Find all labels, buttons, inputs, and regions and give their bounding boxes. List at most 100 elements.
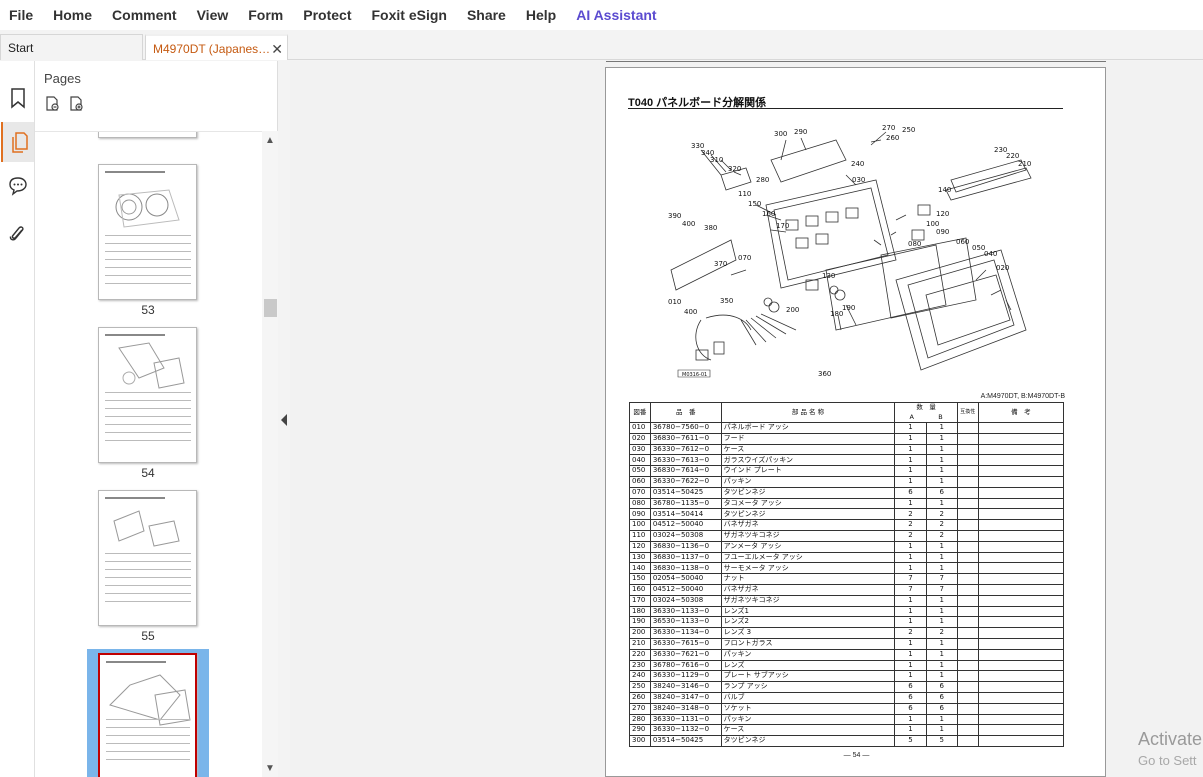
cell-part-no: 36330−7612−0 [649,443,722,456]
page-thumbnail-current[interactable] [98,653,197,777]
diagram-label: 290 [794,128,807,136]
cell-no: 020 [629,432,651,445]
cell-name: パッキン [720,713,896,726]
menu-share[interactable]: Share [457,0,516,30]
page-thumbnail-55[interactable] [98,490,197,626]
cell-note [977,508,1065,521]
page-thumbnail-54[interactable] [98,327,197,463]
cell-part-no: 36830−1136−0 [649,540,722,553]
menu-ai-assistant[interactable]: AI Assistant [566,0,666,30]
page-zoom-in-icon[interactable] [68,95,86,113]
menu-comment[interactable]: Comment [102,0,187,30]
cell-qty-a: 1 [894,551,927,564]
cell-note [977,519,1065,531]
tab-document[interactable]: M4970DT (Japanese)... ✕ [145,34,288,60]
cell-name: タツピンネジ [720,486,896,499]
menu-form[interactable]: Form [238,0,293,30]
page-zoom-out-icon[interactable] [44,95,62,113]
cell-compat [956,637,979,650]
cell-qty-a: 1 [894,475,927,488]
cell-part-no: 36330−1129−0 [649,670,722,683]
menu-file[interactable]: File [0,0,43,30]
pages-button[interactable] [1,122,34,162]
cell-qty-b: 1 [925,605,958,618]
cell-note [977,670,1065,683]
cell-qty-b: 1 [925,713,958,726]
cell-qty-a: 6 [894,702,927,715]
diagram-label: 170 [776,222,789,230]
tab-start[interactable]: Start [0,34,143,60]
cell-part-no: 36830−7614−0 [649,465,722,477]
cell-part-no: 03024−50308 [649,529,722,542]
comments-button[interactable] [3,166,33,206]
document-view: T040 パネルボード分解関係 330 340 310 320 300 290 … [290,61,1203,777]
document-page: T040 パネルボード分解関係 330 340 310 320 300 290 … [605,67,1106,777]
attachments-button[interactable] [3,214,33,254]
pages-icon [11,132,28,153]
cell-name: フード [720,432,896,445]
cell-qty-b: 5 [925,735,958,747]
header-no: 図番 [629,402,651,423]
cell-name: バネザガネ [720,583,896,596]
cell-note [977,529,1065,542]
cell-name: ガラスウイズパッキン [720,454,896,467]
cell-no: 260 [629,691,651,704]
table-row: 170 03024−50308 ザガネツキコネジ 1 1 [629,594,1065,607]
bookmark-button[interactable] [3,78,33,118]
chevron-down-icon[interactable]: ▼ [265,763,275,774]
cell-name: アンメータ アッシ [720,540,896,553]
cell-part-no: 03514−50425 [649,735,722,747]
cell-qty-b: 1 [925,594,958,607]
menu-view[interactable]: View [187,0,239,30]
diagram-label: 360 [818,370,831,378]
diagram-label: 320 [728,165,741,173]
cell-qty-a: 1 [894,432,927,445]
cell-name: タツピンネジ [720,735,896,747]
cell-qty-a: 6 [894,486,927,499]
close-icon[interactable]: ✕ [271,36,283,62]
cell-part-no: 36780−1135−0 [649,497,722,510]
cell-qty-b: 1 [925,659,958,672]
table-row: 140 36830−1138−0 サーモメータ アッシ 1 1 [629,562,1065,575]
cell-qty-a: 1 [894,465,927,477]
cell-compat [956,735,979,747]
cell-note [977,648,1065,661]
menu-help[interactable]: Help [516,0,566,30]
cell-no: 180 [629,605,651,618]
menu-foxit-esign[interactable]: Foxit eSign [361,0,456,30]
diagram-label: 110 [738,190,751,198]
collapse-panel-icon[interactable] [281,414,287,426]
cell-part-no: 36330−1132−0 [649,724,722,737]
cell-no: 110 [629,529,651,542]
cell-qty-b: 1 [925,465,958,477]
diagram-label: 140 [938,186,951,194]
cell-name: フロントガラス [720,637,896,650]
page-thumbnail-53[interactable] [98,164,197,300]
cell-part-no: 03514−50425 [649,486,722,499]
cell-qty-a: 7 [894,573,927,585]
cell-note [977,713,1065,726]
thumbnail-scrollbar[interactable]: ▲ ▼ [262,131,278,777]
cell-note [977,681,1065,693]
diagram-label: 020 [996,264,1009,272]
cell-name: パッキン [720,475,896,488]
cell-qty-a: 5 [894,735,927,747]
chevron-up-icon[interactable]: ▲ [265,135,275,146]
cell-qty-b: 1 [925,648,958,661]
cell-no: 090 [629,508,651,521]
cell-no: 060 [629,475,651,488]
diagram-label: 070 [738,254,751,262]
menu-home[interactable]: Home [43,0,102,30]
cell-qty-b: 1 [925,497,958,510]
cell-note [977,702,1065,715]
activation-watermark-sub: Go to Sett [1138,753,1197,768]
cell-no: 140 [629,562,651,575]
cell-compat [956,529,979,542]
cell-compat [956,648,979,661]
scrollbar-thumb[interactable] [264,299,277,317]
page-thumbnail-52[interactable] [98,132,197,138]
cell-qty-a: 1 [894,605,927,618]
menu-protect[interactable]: Protect [293,0,361,30]
cell-name: タツピンネジ [720,508,896,521]
diagram-label: 240 [851,160,864,168]
